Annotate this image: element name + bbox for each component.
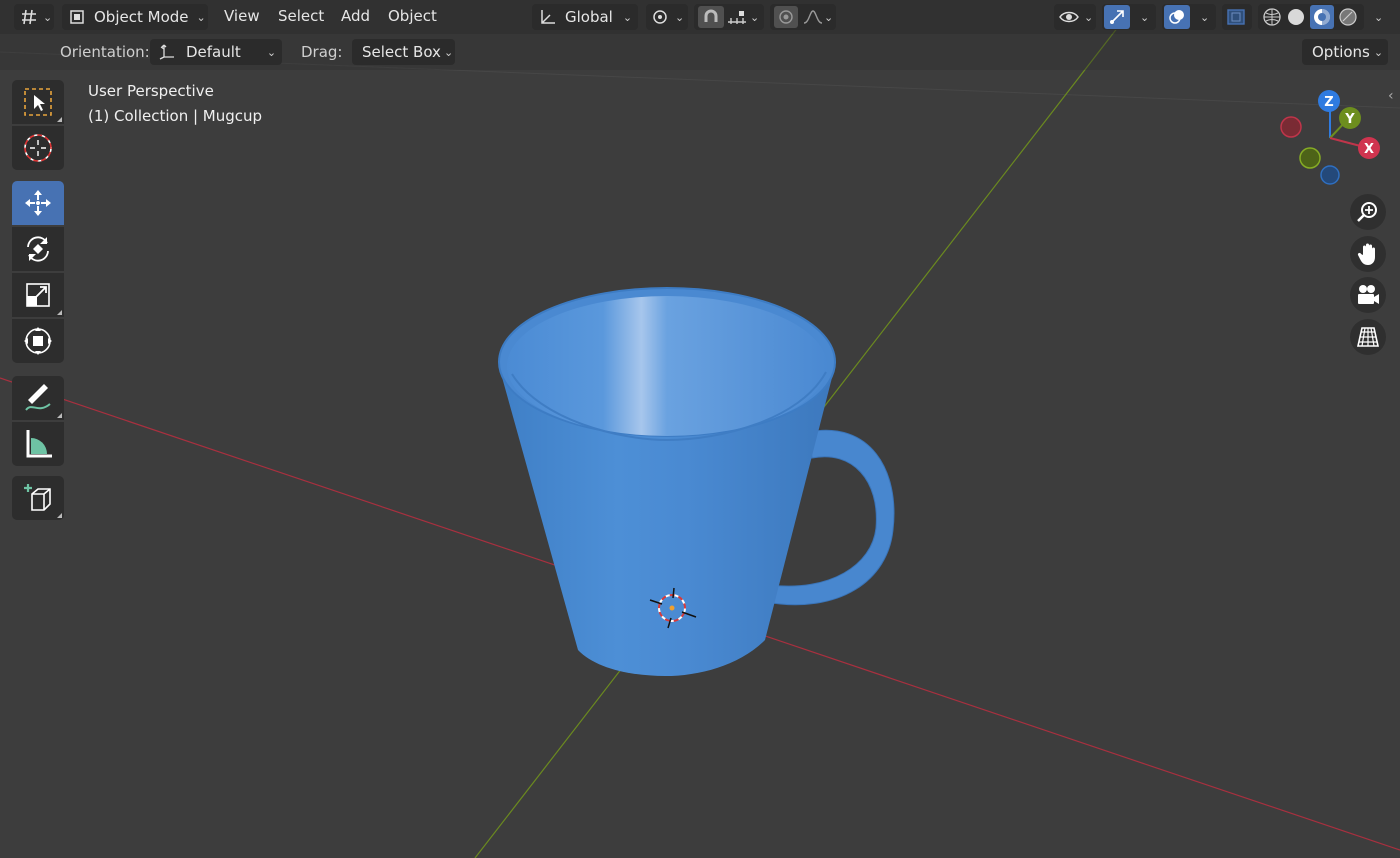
navigation-gizmo[interactable]: Z Y X <box>1272 86 1392 196</box>
options-dropdown[interactable]: Options ⌄ <box>1302 39 1388 65</box>
camera-icon <box>1358 285 1379 304</box>
orientation-setting-dropdown[interactable]: Default ⌄ <box>150 39 282 65</box>
solid-shading-icon[interactable] <box>1286 7 1306 27</box>
grid-perspective-icon <box>1357 327 1379 347</box>
gizmo-z-label: Z <box>1324 95 1333 110</box>
menu-add[interactable]: Add <box>341 7 370 25</box>
orientation-setting-value: Default <box>186 43 241 61</box>
rotate-icon <box>27 236 49 262</box>
add-cube-icon <box>24 484 51 511</box>
gizmo-neg-z[interactable] <box>1320 165 1340 185</box>
wireframe-shading-icon[interactable] <box>1262 7 1282 27</box>
snap-increment-icon <box>728 11 746 24</box>
material-preview-icon <box>1314 9 1330 25</box>
gizmo-group[interactable]: ⌄ <box>1102 4 1156 30</box>
options-label: Options <box>1312 43 1370 61</box>
overlay-toggle[interactable] <box>1164 5 1190 29</box>
rendered-shading-icon[interactable] <box>1338 7 1358 27</box>
visibility-button[interactable]: ⌄ <box>1054 4 1096 30</box>
eye-icon <box>1059 11 1079 23</box>
material-preview-shading[interactable] <box>1310 5 1334 29</box>
snap-group[interactable]: ⌄ <box>694 4 764 30</box>
snap-toggle[interactable] <box>698 6 724 28</box>
orientation-setting-label: Orientation: <box>60 43 150 61</box>
view-name: User Perspective <box>88 82 214 100</box>
snap-magnet-icon <box>704 9 718 22</box>
measure-icon <box>26 430 52 458</box>
falloff-curve-icon <box>803 10 823 24</box>
gizmo-x-label: X <box>1364 142 1374 157</box>
proportional-toggle[interactable] <box>774 6 798 28</box>
gizmo-toggle[interactable] <box>1104 5 1130 29</box>
select-box-icon <box>24 88 52 116</box>
orientation-axes-icon <box>541 10 555 24</box>
cursor-icon <box>24 134 52 162</box>
object-mode-icon <box>70 10 84 24</box>
annotate-icon <box>25 384 51 411</box>
tool-annotate[interactable] <box>12 376 64 420</box>
proportional-group[interactable]: ⌄ <box>770 4 836 30</box>
xray-toggle[interactable] <box>1222 4 1252 30</box>
perspective-toggle-button[interactable] <box>1350 319 1386 355</box>
scale-icon <box>26 283 50 307</box>
viewport-header: ⌄ Object Mode ⌄ View Select Add Object G… <box>0 0 1400 34</box>
pan-button[interactable] <box>1350 236 1386 272</box>
hand-icon <box>1357 243 1375 265</box>
tool-move[interactable] <box>12 181 64 225</box>
move-icon <box>25 190 51 216</box>
transform-icon <box>24 327 52 355</box>
gizmo-neg-x[interactable] <box>1280 116 1302 138</box>
menu-select[interactable]: Select <box>278 7 324 25</box>
mode-label: Object Mode <box>94 8 189 26</box>
zoom-button[interactable] <box>1350 194 1386 230</box>
orientation-label: Global <box>565 8 613 26</box>
editor-type-icon <box>22 9 36 25</box>
orientation-setting-icon <box>159 44 174 60</box>
zoom-icon <box>1357 202 1377 222</box>
camera-view-button[interactable] <box>1350 277 1386 313</box>
transform-orientation-dropdown[interactable]: Global ⌄ <box>532 4 638 30</box>
pivot-point-button[interactable]: ⌄ <box>646 4 688 30</box>
tool-rotate[interactable] <box>12 227 64 271</box>
drag-setting-value: Select Box <box>362 43 441 61</box>
proportional-edit-icon <box>779 10 793 24</box>
tool-scale[interactable] <box>12 273 64 317</box>
gizmo-neg-y[interactable] <box>1299 147 1321 169</box>
overlay-group[interactable]: ⌄ <box>1162 4 1216 30</box>
drag-setting-dropdown[interactable]: Select Box ⌄ <box>352 39 455 65</box>
drag-setting-label: Drag: <box>301 43 343 61</box>
tool-select-box[interactable] <box>12 80 64 124</box>
pivot-point-icon <box>653 10 667 24</box>
gizmo-icon <box>1110 10 1124 24</box>
xray-icon <box>1227 9 1245 25</box>
shading-options-button[interactable]: ⌄ <box>1366 4 1388 30</box>
editor-type-button[interactable]: ⌄ <box>14 4 54 30</box>
shading-group[interactable] <box>1258 4 1364 30</box>
3d-viewport[interactable] <box>0 0 1400 858</box>
tool-cursor[interactable] <box>12 126 64 170</box>
mode-dropdown[interactable]: Object Mode ⌄ <box>62 4 208 30</box>
tool-measure[interactable] <box>12 422 64 466</box>
gizmo-y-label: Y <box>1344 112 1355 127</box>
tool-add-cube[interactable] <box>12 476 64 520</box>
menu-view[interactable]: View <box>224 7 260 25</box>
tool-settings-bar: Orientation: Default ⌄ Drag: Select Box … <box>0 34 1400 70</box>
overlay-icon <box>1169 10 1184 24</box>
menu-object[interactable]: Object <box>388 7 437 25</box>
collection-info: (1) Collection | Mugcup <box>88 107 263 125</box>
tool-transform[interactable] <box>12 319 64 363</box>
